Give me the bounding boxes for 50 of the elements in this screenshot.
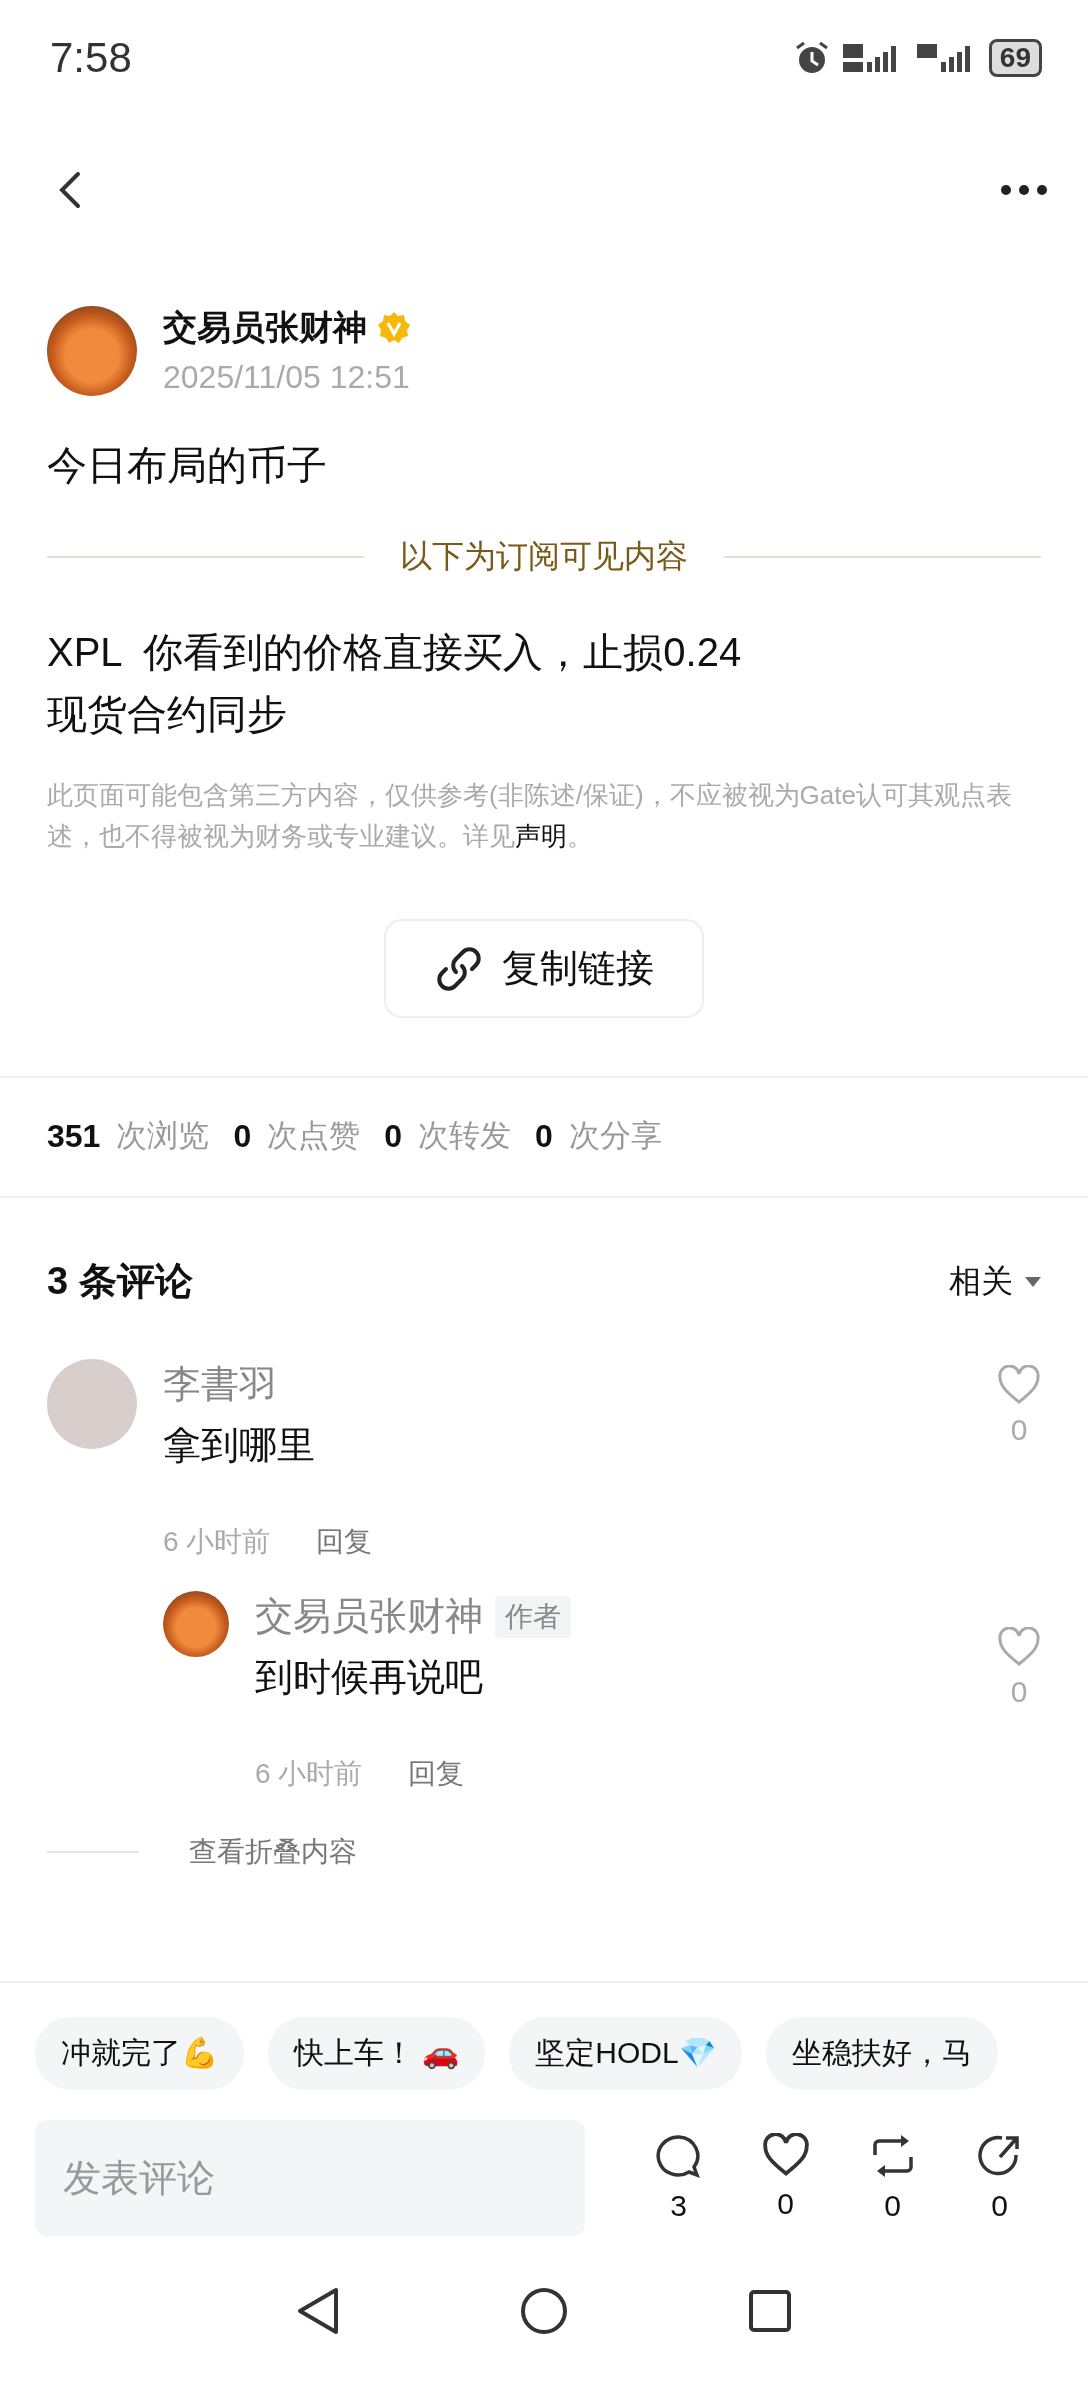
- caret-icon: [1025, 1276, 1041, 1287]
- stat-count: 351: [47, 1117, 101, 1155]
- comment-input[interactable]: 发表评论: [35, 2120, 585, 2236]
- action-count: 0: [884, 2189, 901, 2223]
- comment-icon[interactable]: [654, 2133, 703, 2179]
- author-badge: 作者: [495, 1595, 571, 1638]
- stat-count: 0: [535, 1117, 553, 1155]
- system-recents-icon[interactable]: [748, 2289, 792, 2333]
- stat-label: 次点赞: [267, 1117, 361, 1155]
- action-count: 3: [670, 2189, 687, 2223]
- comment-time: 6 小时前: [163, 1525, 271, 1559]
- comment-text: 到时候再说吧: [255, 1655, 484, 1700]
- post-body-line: XPL 你看到的价格直接买入，止损0.24: [47, 629, 743, 676]
- action-count: 0: [991, 2189, 1008, 2223]
- stat-label: 次转发: [418, 1117, 511, 1155]
- commenter-name[interactable]: 李書羽: [163, 1359, 277, 1410]
- quick-reply-chip[interactable]: 坐稳扶好，马: [765, 2017, 998, 2090]
- heart-icon[interactable]: [761, 2133, 810, 2177]
- status-time: 7:58: [50, 33, 132, 82]
- sort-dropdown[interactable]: 相关: [949, 1259, 1041, 1304]
- copy-link-button[interactable]: 复制链接: [384, 919, 704, 1018]
- disclaimer-link[interactable]: 声明: [515, 821, 567, 851]
- stat-label: 次浏览: [116, 1117, 210, 1155]
- show-folded-link[interactable]: 查看折叠内容: [189, 1833, 357, 1871]
- battery-level: 69: [988, 38, 1042, 77]
- like-count: 0: [1010, 1413, 1028, 1447]
- post-body-line: 现货合约同步: [47, 691, 288, 738]
- commenter-name[interactable]: 交易员张财神: [255, 1591, 483, 1642]
- subscriber-divider-label: 以下为订阅可见内容: [400, 537, 688, 576]
- action-count: 0: [777, 2187, 794, 2221]
- system-back-icon[interactable]: [296, 2286, 340, 2336]
- comment-text: 拿到哪里: [163, 1423, 316, 1468]
- quick-reply-chip[interactable]: 冲就完了💪: [35, 2017, 244, 2090]
- reply-link[interactable]: 回复: [408, 1755, 465, 1793]
- comment-time: 6 小时前: [255, 1757, 363, 1791]
- stat-count: 0: [233, 1117, 252, 1155]
- quick-reply-chip[interactable]: 坚定HODL💎: [509, 2017, 742, 2090]
- quick-reply-chip[interactable]: 快上车！ 🚗: [268, 2017, 486, 2090]
- back-icon[interactable]: [58, 170, 82, 210]
- stat-label: 次分享: [568, 1117, 662, 1155]
- author-name[interactable]: 交易员张财神: [163, 305, 367, 351]
- post-date: 2025/11/05 12:51: [163, 359, 411, 396]
- stat-count: 0: [384, 1117, 402, 1155]
- like-count: 0: [1010, 1675, 1028, 1709]
- system-home-icon[interactable]: [520, 2287, 568, 2335]
- reply-link[interactable]: 回复: [316, 1523, 373, 1561]
- more-icon[interactable]: [1000, 184, 1048, 196]
- comments-title: 3 条评论: [47, 1259, 193, 1304]
- disclaimer-text: 此页面可能包含第三方内容，仅供参考(非陈述/保证)，不应被视为Gate认可其观点表述，也不得被视为财务或专业建议。详见声明。: [46, 779, 1013, 853]
- post-title: 今日布局的币子: [46, 442, 328, 489]
